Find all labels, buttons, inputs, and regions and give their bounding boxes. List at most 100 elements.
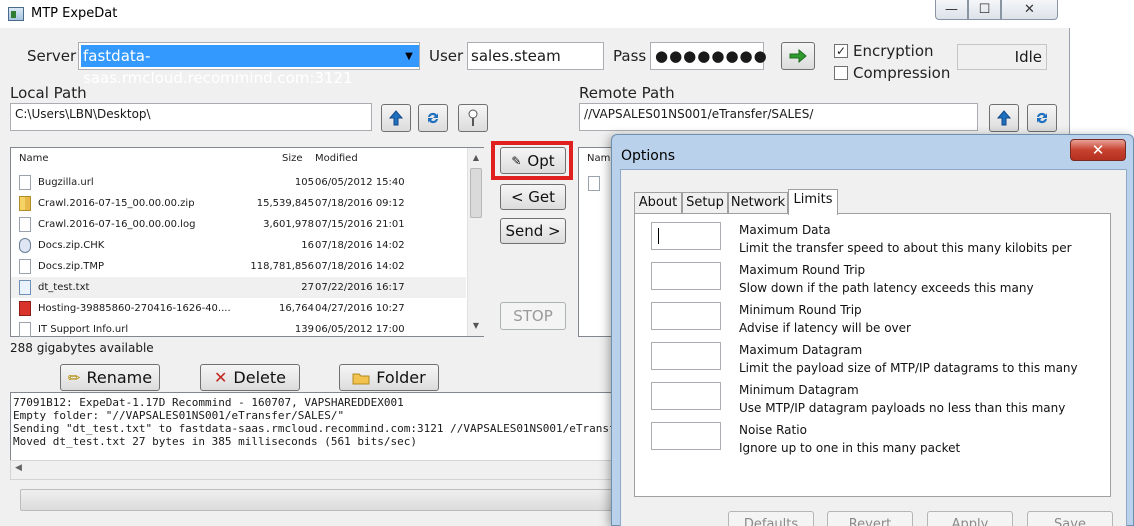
limit-input[interactable]	[651, 222, 721, 250]
arrow-up-icon	[389, 110, 403, 126]
file-row[interactable]: Docs.zip.TMP 118,781,856 07/18/2016 14:02	[11, 256, 466, 277]
file-modified: 06/05/2012 15:40	[315, 177, 405, 188]
minimize-button[interactable]: —	[935, 0, 968, 20]
close-window-button[interactable]: ✕	[1001, 0, 1058, 20]
remote-up-button[interactable]	[989, 104, 1019, 132]
remote-refresh-button[interactable]	[1027, 104, 1057, 132]
local-refresh-button[interactable]	[418, 104, 448, 132]
file-row[interactable]: Docs.zip.CHK 16 07/18/2016 14:02	[11, 235, 466, 256]
column-header-size[interactable]: Size	[282, 148, 303, 170]
pass-label: Pass	[613, 47, 647, 65]
zip-file-icon	[19, 196, 31, 211]
file-name: Hosting-39885860-270416-1626-40....	[38, 303, 231, 314]
local-scrollbar[interactable]: ▲ ▼	[467, 148, 484, 336]
limit-input[interactable]	[651, 382, 721, 410]
limit-input[interactable]	[651, 302, 721, 330]
server-combobox[interactable]: fastdata-saas.rmcloud.recommind.com:3121…	[78, 42, 420, 87]
remote-path-field[interactable]: //VAPSALES01NS001/eTransfer/SALES/	[579, 103, 978, 131]
get-button[interactable]: < Get	[500, 184, 566, 210]
limit-description: Slow down if the path latency exceeds th…	[739, 281, 1034, 295]
scroll-thumb[interactable]	[470, 168, 482, 218]
limit-input[interactable]	[651, 422, 721, 450]
send-button[interactable]: Send >	[500, 218, 566, 244]
file-row[interactable]: Crawl.2016-07-15_00.00.00.zip 15,539,845 0…	[11, 193, 466, 214]
limit-input[interactable]	[651, 342, 721, 370]
tab-about[interactable]: About	[634, 192, 682, 214]
refresh-icon	[428, 112, 438, 124]
folder-button[interactable]: Folder	[339, 364, 439, 391]
limit-description: Limit the payload size of MTP/IP datagra…	[739, 361, 1078, 375]
user-field[interactable]: sales.steam	[467, 42, 604, 70]
file-file-icon	[19, 322, 31, 337]
tab-limits[interactable]: Limits	[788, 189, 838, 215]
stop-button[interactable]: STOP	[500, 302, 566, 330]
password-field[interactable]: ●●●●●●●●	[650, 42, 767, 70]
file-icon	[588, 176, 600, 191]
save-button[interactable]: Save	[1027, 511, 1113, 526]
progress-bar	[20, 489, 625, 511]
file-size: 118,781,856	[250, 261, 314, 272]
connect-button[interactable]	[781, 42, 815, 70]
limit-input[interactable]	[651, 262, 721, 290]
column-header-modified[interactable]: Modified	[315, 148, 358, 170]
scroll-down-icon[interactable]: ▼	[468, 318, 484, 334]
rename-label: Rename	[86, 368, 153, 387]
defaults-button[interactable]: Defaults	[728, 511, 814, 526]
file-row[interactable]: Hosting-39885860-270416-1626-40.... 16,76…	[11, 298, 466, 319]
file-modified: 07/15/2016 21:01	[315, 219, 405, 230]
encryption-checkbox[interactable]: ✓	[834, 44, 848, 58]
txt-file-icon	[19, 280, 31, 295]
local-up-button[interactable]	[381, 104, 411, 132]
file-size: 16,764	[279, 303, 314, 314]
rename-button[interactable]: ✏ Rename	[60, 364, 160, 391]
file-name: Bugzilla.url	[38, 177, 94, 188]
compression-label: Compression	[853, 64, 951, 82]
maximize-button[interactable]: ☐	[968, 0, 1001, 20]
delete-label: Delete	[233, 368, 286, 387]
compression-checkbox[interactable]	[834, 66, 848, 80]
file-modified: 06/05/2012 17:00	[315, 324, 405, 335]
limits-panel: Maximum Data Limit the transfer speed to …	[634, 213, 1111, 497]
text-caret	[658, 228, 659, 244]
remote-path-label: Remote Path	[579, 84, 675, 102]
local-path-field[interactable]: C:\Users\LBN\Desktop\	[10, 103, 372, 131]
space-available: 288 gigabytes available	[10, 341, 154, 355]
limit-title: Minimum Datagram	[739, 383, 859, 397]
remote-column-header-name[interactable]: Nam	[587, 148, 610, 170]
file-row[interactable]: dt_test.txt 27 07/22/2016 16:17	[11, 277, 466, 298]
status-indicator: Idle	[957, 44, 1047, 70]
tab-setup[interactable]: Setup	[682, 192, 728, 214]
app-icon	[8, 7, 24, 21]
file-modified: 07/22/2016 16:17	[315, 282, 405, 293]
limit-title: Maximum Datagram	[739, 343, 863, 357]
dialog-title: Options	[621, 148, 676, 164]
user-label: User	[429, 47, 464, 65]
local-path-label: Local Path	[10, 84, 87, 102]
file-row[interactable]: Crawl.2016-07-16_00.00.00.log 3,601,978 07…	[11, 214, 466, 235]
chevron-down-icon[interactable]: ▼	[400, 44, 418, 68]
file-modified: 07/18/2016 09:12	[315, 198, 405, 209]
local-bookmark-button[interactable]	[458, 104, 488, 132]
limit-description: Limit the transfer speed to about this m…	[739, 241, 1072, 255]
tab-network[interactable]: Network	[728, 192, 788, 214]
log-line: 77091B12: ExpeDat-1.17D Recommind - 1607…	[13, 396, 404, 409]
revert-button[interactable]: Revert	[827, 511, 913, 526]
delete-button[interactable]: ✕ Delete	[200, 364, 300, 391]
local-file-list[interactable]: Name Size Modified Bugzilla.url 105 06/05/…	[10, 147, 484, 337]
close-dialog-button[interactable]: ✕	[1070, 139, 1126, 161]
limit-description: Advise if latency will be over	[739, 321, 911, 335]
file-name: Crawl.2016-07-15_00.00.00.zip	[38, 198, 195, 209]
chk-file-icon	[19, 238, 31, 253]
column-header-name[interactable]: Name	[19, 148, 49, 170]
limit-description: Use MTP/IP datagram payloads no less tha…	[739, 401, 1066, 415]
delete-icon: ✕	[214, 368, 228, 387]
remote-path-value: //VAPSALES01NS001/eTransfer/SALES/	[584, 107, 814, 121]
log-scrollbar[interactable]: ◀	[10, 460, 625, 480]
scroll-up-icon[interactable]: ▲	[468, 150, 484, 166]
limit-title: Noise Ratio	[739, 423, 807, 437]
limit-title: Maximum Data	[739, 223, 831, 237]
file-row[interactable]: Bugzilla.url 105 06/05/2012 15:40	[11, 172, 466, 193]
file-row[interactable]: IT Support Info.url 139 06/05/2012 17:00	[11, 319, 466, 340]
apply-button[interactable]: Apply	[927, 511, 1013, 526]
scroll-left-icon[interactable]: ◀	[15, 463, 22, 473]
